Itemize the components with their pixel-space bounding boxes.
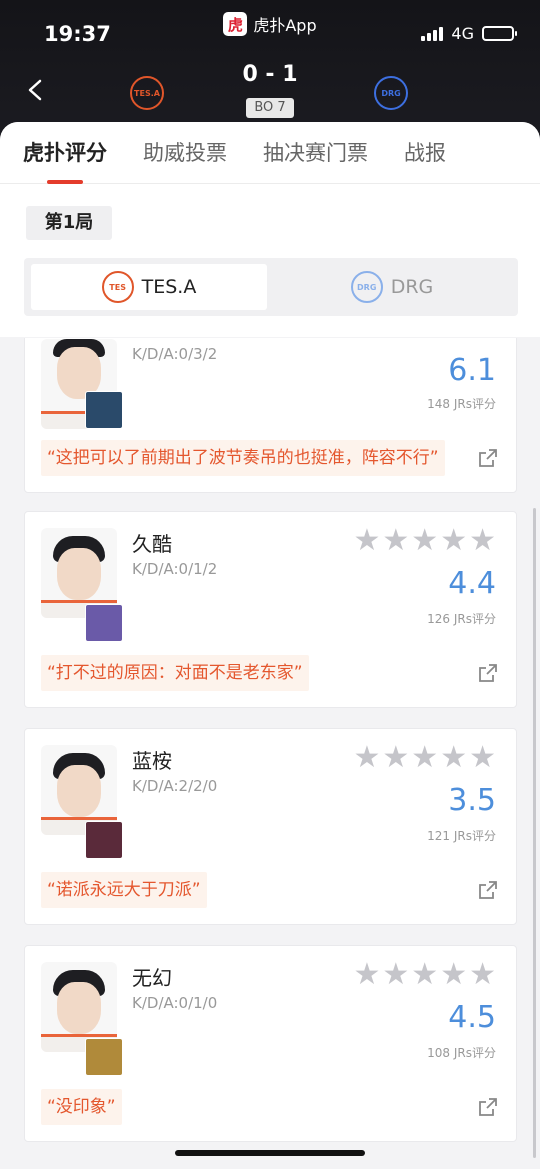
team-switch-tes[interactable]: TES TES.A	[31, 264, 267, 310]
star-icon[interactable]: ★	[353, 526, 380, 556]
star-rating-input[interactable]: ★ ★ ★ ★ ★	[353, 526, 496, 556]
hupu-app-icon: 虎	[223, 12, 248, 36]
star-icon[interactable]: ★	[440, 960, 467, 990]
player-name: 蓝桉	[132, 749, 172, 773]
player-rating: 4.4	[448, 566, 496, 601]
player-kda: K/D/A:0/1/0	[132, 994, 218, 1012]
team-switch-label: DRG	[390, 276, 434, 298]
star-icon[interactable]: ★	[411, 960, 438, 990]
tab-label: 虎扑评分	[23, 140, 107, 165]
share-icon[interactable]	[478, 880, 498, 900]
player-kda: K/D/A:2/2/0	[132, 777, 218, 795]
app-name: 虎扑App	[253, 16, 317, 35]
top-comment[interactable]: “诺派永远大于刀派”	[41, 872, 207, 908]
hero-avatar	[85, 391, 123, 429]
star-icon[interactable]: ★	[440, 526, 467, 556]
share-icon[interactable]	[478, 663, 498, 683]
match-score: 0 - 1	[242, 62, 298, 87]
share-icon[interactable]	[478, 448, 498, 468]
player-name: 无幻	[132, 966, 172, 990]
star-icon[interactable]: ★	[469, 743, 496, 773]
tab-label: 抽决赛门票	[263, 140, 368, 165]
share-icon[interactable]	[478, 1097, 498, 1117]
player-rating: 4.5	[448, 1000, 496, 1035]
rating-count: 121 JRs评分	[427, 829, 496, 843]
battery-icon	[482, 26, 517, 41]
player-card[interactable]: 无幻 K/D/A:0/1/0 ★ ★ ★ ★ ★ 4.5 108 JRs评分 “没印象”	[24, 945, 517, 1142]
top-comment[interactable]: “这把可以了前期出了波节奏吊的也挺准，阵容不行”	[41, 440, 445, 476]
player-rating: 3.5	[448, 783, 496, 818]
tab-active-indicator	[47, 179, 83, 184]
tab-report[interactable]: 战报	[404, 122, 446, 184]
top-comment[interactable]: “没印象”	[41, 1089, 122, 1125]
main-panel: 虎扑评分 助威投票 抽决赛门票 战报 第1局 TES TES.A DRG DRG…	[0, 122, 540, 1169]
player-name: 久酷	[132, 532, 172, 556]
star-icon[interactable]: ★	[382, 960, 409, 990]
star-rating-input[interactable]: ★ ★ ★ ★ ★	[353, 960, 496, 990]
star-icon[interactable]: ★	[411, 743, 438, 773]
player-card[interactable]: 蓝桉 K/D/A:2/2/0 ★ ★ ★ ★ ★ 3.5 121 JRs评分 “诺派永远…	[24, 728, 517, 925]
network-label: 4G	[451, 24, 474, 43]
team-switch-drg[interactable]: DRG DRG	[274, 264, 510, 310]
tes-logo-icon: TES	[101, 271, 134, 303]
star-icon[interactable]: ★	[353, 960, 380, 990]
team-switch-label: TES.A	[141, 276, 197, 298]
tab-hupu-rating[interactable]: 虎扑评分	[23, 122, 107, 184]
star-icon[interactable]: ★	[382, 743, 409, 773]
star-icon[interactable]: ★	[382, 526, 409, 556]
star-icon[interactable]: ★	[469, 960, 496, 990]
rating-count: 148 JRs评分	[427, 397, 496, 411]
star-icon[interactable]: ★	[440, 743, 467, 773]
drg-logo-icon: DRG	[350, 271, 383, 303]
tab-label: 助威投票	[143, 140, 227, 165]
scrollbar[interactable]	[533, 508, 536, 1158]
series-format-badge: BO 7	[246, 98, 294, 118]
player-card[interactable]: K/D/A:0/3/2 6.1 148 JRs评分 “这把可以了前期出了波节奏吊…	[24, 338, 517, 493]
game-panel: 第1局 TES TES.A DRG DRG	[0, 184, 540, 337]
player-rating-list: K/D/A:0/3/2 6.1 148 JRs评分 “这把可以了前期出了波节奏吊…	[0, 338, 540, 1169]
signal-icon	[421, 26, 444, 41]
team-switch: TES TES.A DRG DRG	[24, 258, 518, 316]
player-rating: 6.1	[448, 353, 496, 388]
star-icon[interactable]: ★	[353, 743, 380, 773]
game-number-badge[interactable]: 第1局	[26, 206, 112, 240]
status-right: 4G	[421, 24, 517, 43]
star-icon[interactable]: ★	[411, 526, 438, 556]
hero-avatar	[85, 604, 123, 642]
rating-count: 108 JRs评分	[427, 1046, 496, 1060]
star-icon[interactable]: ★	[469, 526, 496, 556]
player-card[interactable]: 久酷 K/D/A:0/1/2 ★ ★ ★ ★ ★ 4.4 126 JRs评分 “打不过的…	[24, 511, 517, 708]
tab-cheer-vote[interactable]: 助威投票	[143, 122, 227, 184]
home-indicator[interactable]	[175, 1150, 365, 1156]
top-comment[interactable]: “打不过的原因：对面不是老东家”	[41, 655, 309, 691]
hero-avatar	[85, 1038, 123, 1076]
player-kda: K/D/A:0/1/2	[132, 560, 218, 578]
rating-count: 126 JRs评分	[427, 612, 496, 626]
player-kda: K/D/A:0/3/2	[132, 345, 218, 363]
hero-avatar	[85, 821, 123, 859]
star-rating-input[interactable]: ★ ★ ★ ★ ★	[353, 743, 496, 773]
tab-label: 战报	[404, 140, 446, 165]
drg-team-logo[interactable]: DRG	[374, 76, 408, 110]
tab-final-tickets[interactable]: 抽决赛门票	[263, 122, 368, 184]
tab-bar: 虎扑评分 助威投票 抽决赛门票 战报	[0, 122, 540, 184]
